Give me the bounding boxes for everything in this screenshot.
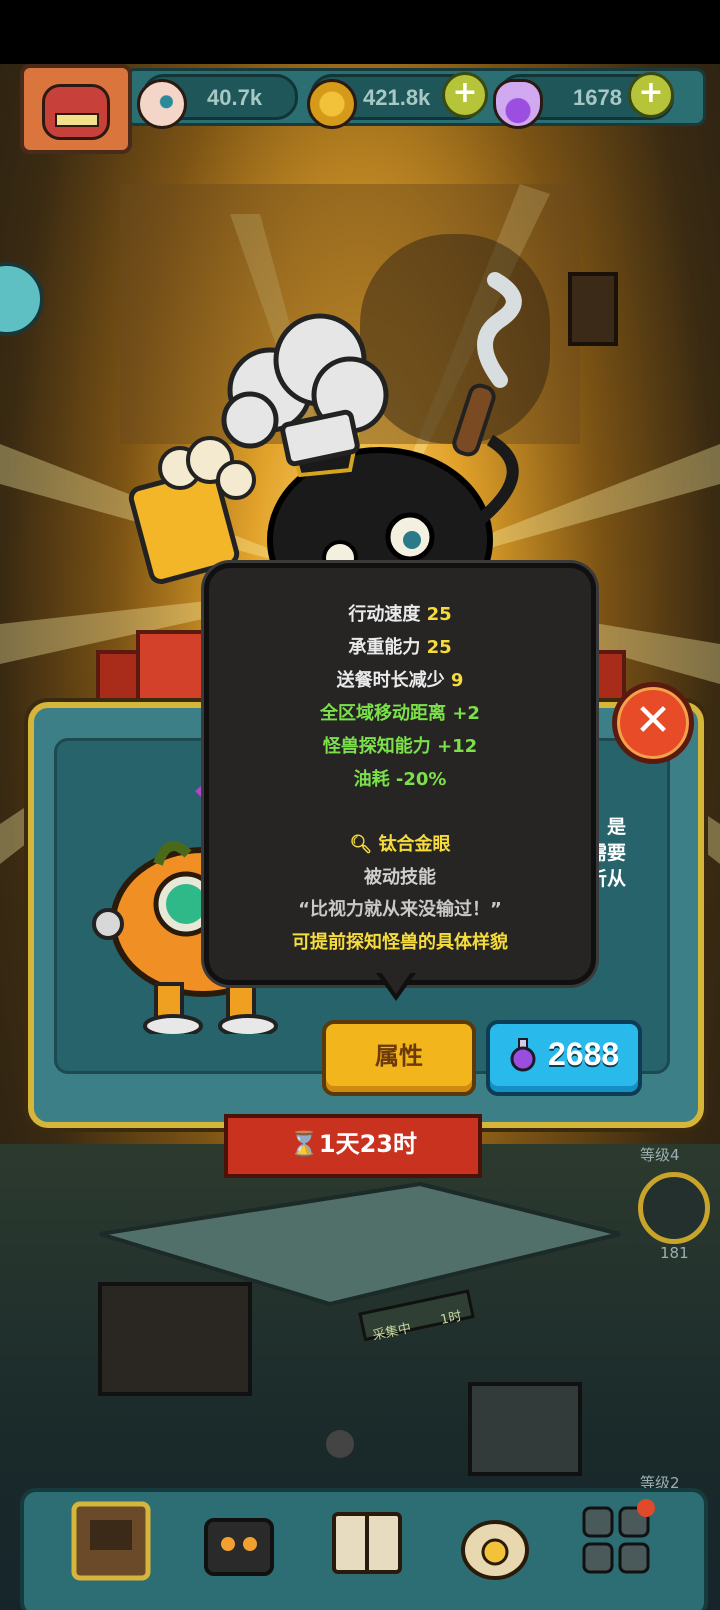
menu-grid-icon[interactable] bbox=[574, 1498, 660, 1584]
bonus-row: 全区域移动距离 +2 bbox=[209, 699, 591, 725]
magnifier-icon: 🔍︎ bbox=[349, 834, 373, 855]
bonus-label: 油耗 bbox=[353, 769, 390, 790]
bonus-label: 怪兽探知能力 bbox=[322, 736, 431, 757]
bottom-nav bbox=[20, 1488, 708, 1610]
timer-banner: ⌛1天23时 bbox=[224, 1114, 482, 1178]
skill-quote: “比视力就从来没输过！” bbox=[298, 899, 502, 920]
description-fragment-3: 听从 bbox=[588, 868, 627, 890]
bonus-row: 怪兽探知能力 +12 bbox=[209, 732, 591, 758]
tooltip-arrow-inner bbox=[381, 972, 411, 994]
level-ring[interactable] bbox=[638, 1172, 710, 1244]
money-bag-icon[interactable] bbox=[452, 1498, 538, 1584]
bonus-value: -20% bbox=[395, 769, 447, 790]
stat-label: 行动速度 bbox=[348, 604, 421, 625]
hourglass-icon: ⌛ bbox=[289, 1130, 319, 1158]
monster-chest-icon[interactable] bbox=[196, 1498, 282, 1584]
game-screen: 采集中 1时 40.7k 421.8k + 1678 + ，是 需要 听从 ✕ … bbox=[0, 0, 720, 1610]
price-value: 2688 bbox=[548, 1036, 620, 1072]
bonus-value: +12 bbox=[437, 736, 478, 757]
potion-icon bbox=[510, 1038, 536, 1072]
bonus-value: +2 bbox=[452, 703, 480, 724]
stat-value: 25 bbox=[426, 604, 452, 625]
attribute-tooltip: 行动速度 25 承重能力 25 送餐时长减少 9 全区域移动距离 +2 怪兽探知… bbox=[204, 563, 596, 985]
close-icon: ✕ bbox=[634, 695, 672, 746]
level-count: 181 bbox=[660, 1244, 689, 1262]
stat-value: 9 bbox=[450, 670, 464, 691]
shop-icon[interactable] bbox=[68, 1498, 154, 1584]
skill-name: 钛合金眼 bbox=[378, 834, 451, 855]
stat-label: 承重能力 bbox=[348, 637, 421, 658]
skill-type: 被动技能 bbox=[364, 867, 436, 888]
close-button[interactable]: ✕ bbox=[612, 682, 694, 764]
attribute-button[interactable]: 属性 bbox=[322, 1020, 476, 1096]
level-label: 等级4 bbox=[640, 1146, 680, 1164]
stat-row: 行动速度 25 bbox=[209, 600, 591, 626]
skill-name-row: 🔍︎ 钛合金眼 bbox=[209, 830, 591, 856]
skill-effect: 可提前探知怪兽的具体样貌 bbox=[292, 932, 508, 953]
timer-value: 1天23时 bbox=[318, 1130, 417, 1158]
description-fragment-2: 需要 bbox=[588, 842, 627, 864]
book-icon[interactable] bbox=[324, 1498, 410, 1584]
bonus-row: 油耗 -20% bbox=[209, 765, 591, 791]
stat-row: 承重能力 25 bbox=[209, 633, 591, 659]
stat-label: 送餐时长减少 bbox=[336, 670, 445, 691]
stat-value: 25 bbox=[426, 637, 452, 658]
description-fragment-1: ，是 bbox=[588, 816, 627, 838]
stat-row: 送餐时长减少 9 bbox=[209, 666, 591, 692]
buy-button[interactable]: 2688 bbox=[486, 1020, 642, 1096]
bonus-label: 全区域移动距离 bbox=[320, 703, 447, 724]
